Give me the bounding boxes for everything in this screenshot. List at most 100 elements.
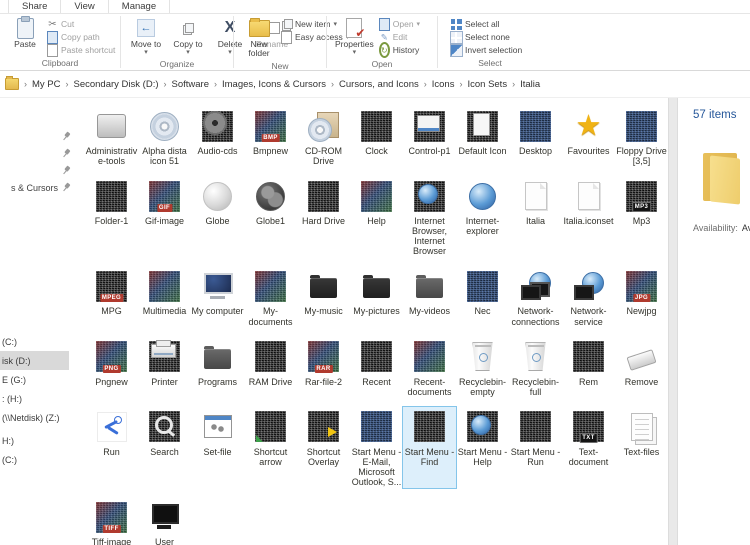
file-tile[interactable]: Nec — [456, 266, 509, 327]
file-tile[interactable]: CD-ROM Drive — [297, 106, 350, 167]
file-icon — [518, 409, 554, 445]
file-tile[interactable]: Clock — [350, 106, 403, 167]
file-tile[interactable]: Default Icon — [456, 106, 509, 167]
breadcrumb-item[interactable]: Software — [172, 79, 210, 90]
file-tile[interactable]: Printer — [138, 337, 191, 398]
move-to-button[interactable]: ← Move to ▾ — [126, 16, 166, 58]
vertical-scrollbar[interactable] — [668, 98, 678, 545]
file-tile[interactable]: Alpha dista icon 51 — [138, 106, 191, 167]
file-tile[interactable]: Network-connections — [509, 266, 562, 327]
file-tile[interactable]: Administrative-tools — [85, 106, 138, 167]
properties-button[interactable]: Properties▾ — [332, 16, 377, 58]
select-all-button[interactable]: Select all — [451, 18, 522, 30]
file-tile[interactable]: RAR Rar-file-2 — [297, 337, 350, 398]
drive-item[interactable]: : (H:) — [0, 389, 69, 408]
breadcrumb-item[interactable]: My PC — [32, 79, 61, 90]
file-tile[interactable]: Start Menu - Run — [509, 407, 562, 488]
file-tile[interactable]: My-music — [297, 266, 350, 327]
file-tile[interactable]: MP3 Mp3 — [615, 176, 668, 257]
select-none-button[interactable]: Select none — [450, 30, 522, 44]
file-tile[interactable]: Help — [350, 176, 403, 257]
file-tile[interactable]: TIFF Tiff-image — [85, 497, 138, 545]
file-tile[interactable]: PNG Pngnew — [85, 337, 138, 398]
copy-to-button[interactable]: Copy to ▾ — [168, 16, 208, 58]
history-button[interactable]: ↻ History — [378, 42, 420, 58]
paste-shortcut-icon — [47, 43, 58, 57]
file-label: Globe1 — [255, 216, 286, 227]
file-tile[interactable]: Remove — [615, 337, 668, 398]
file-tile[interactable]: GIF Gif-image — [138, 176, 191, 257]
cut-button[interactable]: ✂ Cut — [47, 18, 115, 30]
file-tile[interactable]: Text-files — [615, 407, 668, 488]
file-tile[interactable]: Shortcut Overlay — [297, 407, 350, 488]
file-tile[interactable]: Folder-1 — [85, 176, 138, 257]
copy-path-button[interactable]: Copy path — [47, 30, 115, 44]
file-tile[interactable]: Hard Drive — [297, 176, 350, 257]
file-tile[interactable]: Floppy Drive [3,5] — [615, 106, 668, 167]
file-label: Rar-file-2 — [304, 376, 342, 387]
breadcrumb-item[interactable]: Cursors, and Icons — [339, 79, 419, 90]
folder-icon — [5, 76, 19, 90]
file-tile[interactable]: Recyclebin-full — [509, 337, 562, 398]
file-tile[interactable]: Audio-cds — [191, 106, 244, 167]
breadcrumb-item[interactable]: Icon Sets — [467, 79, 507, 90]
file-icon — [412, 178, 448, 214]
breadcrumb-item[interactable]: Italia — [520, 79, 540, 90]
file-tile[interactable]: Internet Browser, Internet Browser — [403, 176, 456, 257]
paste-shortcut-button[interactable]: Paste shortcut — [47, 43, 115, 57]
file-tile[interactable]: My-pictures — [350, 266, 403, 327]
file-tile[interactable]: Network-service — [562, 266, 615, 327]
file-tile[interactable]: Internet-explorer — [456, 176, 509, 257]
file-tile[interactable]: Italia — [509, 176, 562, 257]
open-button[interactable]: Open ▾ — [378, 17, 420, 31]
file-tile[interactable]: Multimedia — [138, 266, 191, 327]
file-tile[interactable]: JPG Newjpg — [615, 266, 668, 327]
file-tile[interactable]: Control-p1 — [403, 106, 456, 167]
quick-access-item[interactable] — [0, 128, 80, 145]
file-tile[interactable]: My-videos — [403, 266, 456, 327]
file-tile[interactable]: Italia.iconset — [562, 176, 615, 257]
file-tile[interactable]: Run — [85, 407, 138, 488]
file-tile[interactable]: Set-file — [191, 407, 244, 488]
file-tile[interactable]: MPEG MPG — [85, 266, 138, 327]
file-tile[interactable]: Start Menu - E-Mail, Microsoft Outlook, … — [350, 407, 403, 488]
file-tile[interactable]: Globe1 — [244, 176, 297, 257]
drive-item[interactable]: E (G:) — [0, 370, 69, 389]
breadcrumb-item[interactable]: Icons — [432, 79, 455, 90]
file-tile[interactable]: User computer — [138, 497, 191, 545]
file-tile[interactable]: My computer — [191, 266, 244, 327]
file-icon: TXT — [571, 409, 607, 445]
breadcrumb-item[interactable]: Secondary Disk (D:) — [74, 79, 159, 90]
file-icon: ★ — [575, 109, 602, 142]
file-tile[interactable]: BMP Bmpnew — [244, 106, 297, 167]
file-tile[interactable]: TXT Text-document — [562, 407, 615, 488]
file-tile[interactable]: Programs — [191, 337, 244, 398]
tab-view[interactable]: View — [61, 0, 109, 13]
file-tile[interactable]: Rem — [562, 337, 615, 398]
drive-item[interactable]: (C:) — [0, 450, 69, 469]
file-tile[interactable]: Start Menu - Find — [402, 405, 457, 490]
tab-share[interactable]: Share — [8, 0, 62, 13]
quick-access-item[interactable] — [0, 162, 80, 179]
drive-item[interactable]: H:) — [0, 431, 69, 450]
file-tile[interactable]: Globe — [191, 176, 244, 257]
drive-item[interactable]: (C:) — [0, 332, 69, 351]
file-tile[interactable]: My-documents — [244, 266, 297, 327]
drive-item[interactable]: (\\Netdisk) (Z:) — [0, 408, 69, 427]
file-tile[interactable]: Search — [138, 407, 191, 488]
quick-access-item[interactable] — [0, 145, 80, 162]
file-tile[interactable]: Start Menu - Help — [456, 407, 509, 488]
file-tile[interactable]: Recyclebin-empty — [456, 337, 509, 398]
file-tile[interactable]: Recent-documents — [403, 337, 456, 398]
file-tile[interactable]: ★ Favourites — [562, 106, 615, 167]
tab-manage[interactable]: Manage — [109, 0, 171, 13]
paste-button[interactable]: Paste — [5, 15, 45, 57]
file-tile[interactable]: Recent — [350, 337, 403, 398]
drive-item[interactable]: isk (D:) — [0, 351, 69, 370]
breadcrumb-item[interactable]: Images, Icons & Cursors — [222, 79, 326, 90]
file-tile[interactable]: Desktop — [509, 106, 562, 167]
file-tile[interactable]: Shortcut arrow — [244, 407, 297, 488]
quick-access-item[interactable]: s & Cursors — [0, 179, 80, 196]
invert-selection-button[interactable]: Invert selection — [450, 43, 522, 57]
file-tile[interactable]: RAM Drive — [244, 337, 297, 398]
